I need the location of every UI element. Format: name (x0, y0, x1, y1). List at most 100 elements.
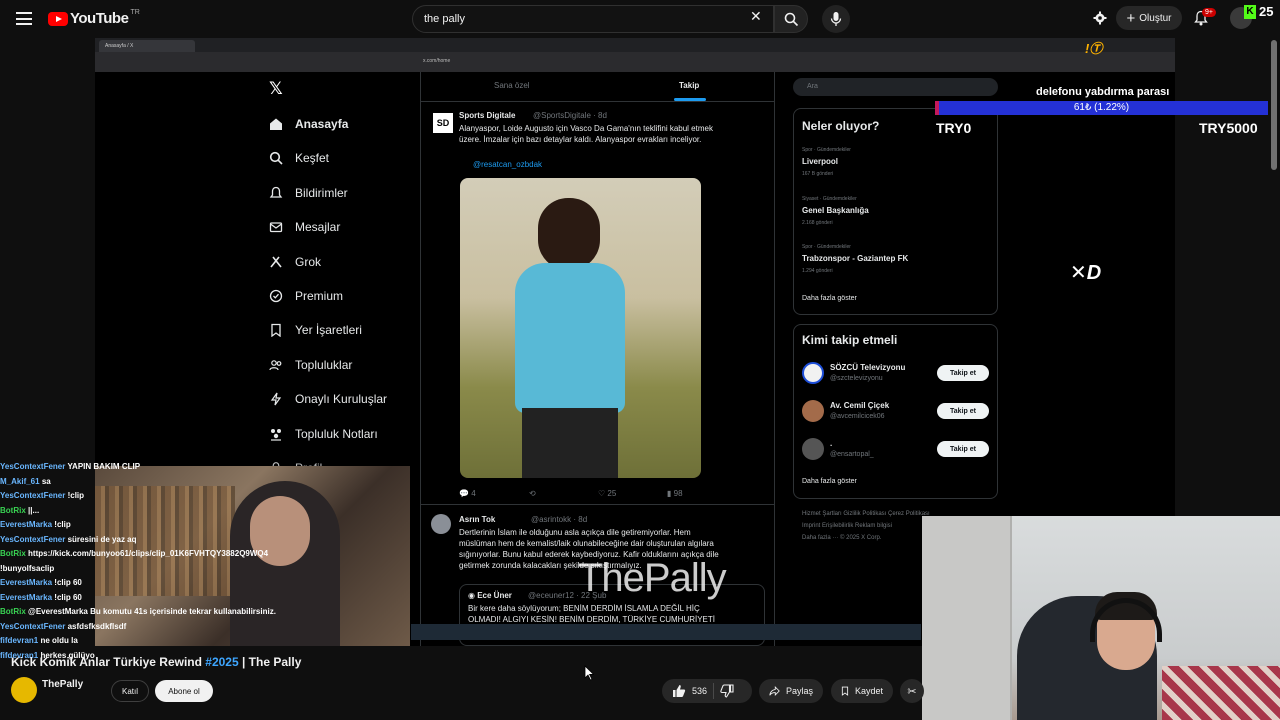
footer-links: Daha fazla ··· © 2025 X Corp. (802, 535, 882, 541)
video-title-hashtag[interactable]: #2025 (205, 655, 238, 669)
who-to-follow-panel: Kimi takip etmeli SÖZCÜ Televizyonu @szc… (793, 324, 998, 499)
create-button[interactable]: + Oluştur (1116, 6, 1182, 30)
lightning-icon (270, 392, 282, 406)
stream-chat-overlay: YesContextFener YAPIN BAKIM CLIP M_Akif_6… (0, 460, 300, 663)
mic-icon (830, 12, 842, 26)
clip-button[interactable]: ✂ (900, 679, 924, 703)
trends-panel: Neler oluyor? Spor · Gündemdekiler Liver… (793, 108, 998, 315)
tweet-line: üzere. İmzalar için bazı detaylar kaldı.… (459, 135, 702, 144)
x-nav-grok: Grok (269, 251, 321, 273)
tweet-credit: @resatcan_ozbdak (473, 160, 543, 169)
chat-username: EverestMarka (0, 578, 53, 587)
youtube-logo[interactable]: YouTube TR (48, 9, 140, 27)
follow-name: Av. Cemil Çiçek (830, 401, 890, 410)
clear-icon[interactable]: ✕ (750, 9, 762, 23)
divider (713, 683, 715, 699)
scissors-icon: ✂ (907, 685, 917, 698)
chat-message: EverestMarka !clip 60 (0, 591, 300, 606)
donation-progress-text: 61₺ (1.22%) (1073, 102, 1130, 113)
search-icon (784, 12, 799, 27)
chat-text: @EverestMarka Bu komutu 41s içerisinde t… (28, 607, 276, 616)
avatar (431, 514, 451, 534)
like-count: 536 (692, 686, 708, 696)
trend-count: 1.294 gönderi (802, 268, 833, 274)
view-count: ▮ 98 (667, 489, 683, 498)
x-nav-label: Grok (295, 255, 322, 269)
quote-author: ◉ Ece Üner (468, 591, 512, 600)
chat-username: YesContextFener (0, 491, 66, 500)
streamer-webcam-right (922, 516, 1280, 720)
page-scrollbar[interactable] (1271, 40, 1277, 170)
x-nav-label: Yer İşaretleri (295, 323, 362, 337)
chat-text: asfdsfksdkflsdf (67, 621, 127, 631)
follow-button: Takip et (937, 441, 989, 457)
chat-message: M_Akif_61 sa (0, 475, 300, 490)
trend-name: Trabzonspor - Gaziantep FK (802, 254, 909, 263)
tweet-author: Asrın Tok (459, 515, 496, 524)
channel-name[interactable]: ThePally (42, 679, 83, 690)
trend-category: Spor · Gündemdekiler (802, 147, 851, 153)
gear-icon[interactable] (1093, 11, 1107, 25)
tweet-handle: @asrintokk · 8d (531, 515, 588, 524)
chat-text: ||... (28, 505, 40, 515)
menu-icon[interactable] (16, 12, 32, 25)
join-button[interactable]: Katıl (111, 680, 149, 702)
logo-text: YouTube (70, 10, 129, 27)
show-more-link: Daha fazla göster (802, 295, 857, 302)
region-code: TR (130, 9, 140, 16)
save-button[interactable]: Kaydet (831, 679, 893, 703)
chat-text: süresini de yaz aq (67, 534, 137, 544)
video-title-text: Kick Komik Anlar Türkiye Rewind (11, 655, 206, 669)
chat-message: !bunyolfsaclip (0, 562, 300, 577)
trend-count: 167 B gönderi (802, 171, 834, 177)
thumbs-up-icon (673, 685, 686, 697)
search-input[interactable]: the pally (412, 5, 774, 33)
subscribe-button[interactable]: Abone ol (155, 680, 213, 702)
chat-username: fifdevran1 (0, 636, 39, 645)
chat-username: M_Akif_61 (0, 476, 40, 486)
tab-for-you: Sana özel (494, 81, 530, 90)
thumbs-down-icon[interactable] (720, 684, 734, 698)
goal-min: TRY0 (936, 120, 972, 136)
tweet-photo (460, 178, 701, 478)
avatar (802, 362, 824, 384)
share-button[interactable]: Paylaş (759, 679, 823, 703)
kick-viewer-count: K 25 (1244, 4, 1273, 19)
premium-icon (269, 289, 283, 303)
footer-links: Hizmet Şartları Gizlilik Politikası Çere… (802, 511, 930, 517)
follow-button: Takip et (937, 403, 989, 419)
sponsor-logo: !Ⓣ (1085, 41, 1103, 56)
footer-links: Imprint Erişilebilirlik Reklam bilgisi (802, 523, 893, 529)
video-title-text: | The Pally (238, 655, 302, 669)
follow-title: Kimi takip etmeli (802, 333, 898, 347)
voice-search-button[interactable] (822, 5, 850, 33)
trends-title: Neler oluyor? (802, 119, 880, 133)
chat-message: YesContextFener !clip (0, 489, 300, 504)
x-nav-bookmarks: Yer İşaretleri (269, 319, 362, 341)
follow-handle: @szctelevizyonu (830, 375, 883, 382)
x-nav-communities: Topluluklar (269, 354, 352, 376)
grok-icon (270, 256, 282, 268)
notification-badge: 9+ (1202, 8, 1216, 17)
browser-tab: Anasayfa / X (99, 40, 195, 52)
trend-category: Siyaset · Gündemdekiler (802, 196, 857, 202)
tweet-handle: @SportsDigitale · 8d (533, 111, 607, 120)
avatar (802, 438, 824, 460)
browser-tab-strip: Anasayfa / X (95, 38, 1175, 52)
sponsor-logo: ✕D (1070, 262, 1102, 284)
home-icon (270, 118, 282, 130)
avatar: SD (433, 113, 453, 133)
like-button[interactable]: 536 (672, 684, 707, 698)
trend-count: 2.168 gönderi (802, 220, 833, 226)
chat-username: YesContextFener (0, 462, 66, 471)
masthead: YouTube TR the pally ✕ + Oluştur 9+ K 25 (0, 0, 1280, 38)
search-button[interactable] (774, 5, 808, 33)
channel-avatar[interactable] (11, 677, 37, 703)
x-nav-community-notes: Topluluk Notları (269, 423, 378, 445)
trend-category: Spor · Gündemdekiler (802, 244, 851, 250)
tweet-line: Alanyaspor, Loide Augusto için Vasco Da … (459, 124, 713, 133)
follow-button: Takip et (937, 365, 989, 381)
x-logo: 𝕏 (269, 79, 283, 98)
chat-message: YesContextFener süresini de yaz aq (0, 533, 300, 548)
x-nav-label: Topluluklar (295, 358, 353, 372)
